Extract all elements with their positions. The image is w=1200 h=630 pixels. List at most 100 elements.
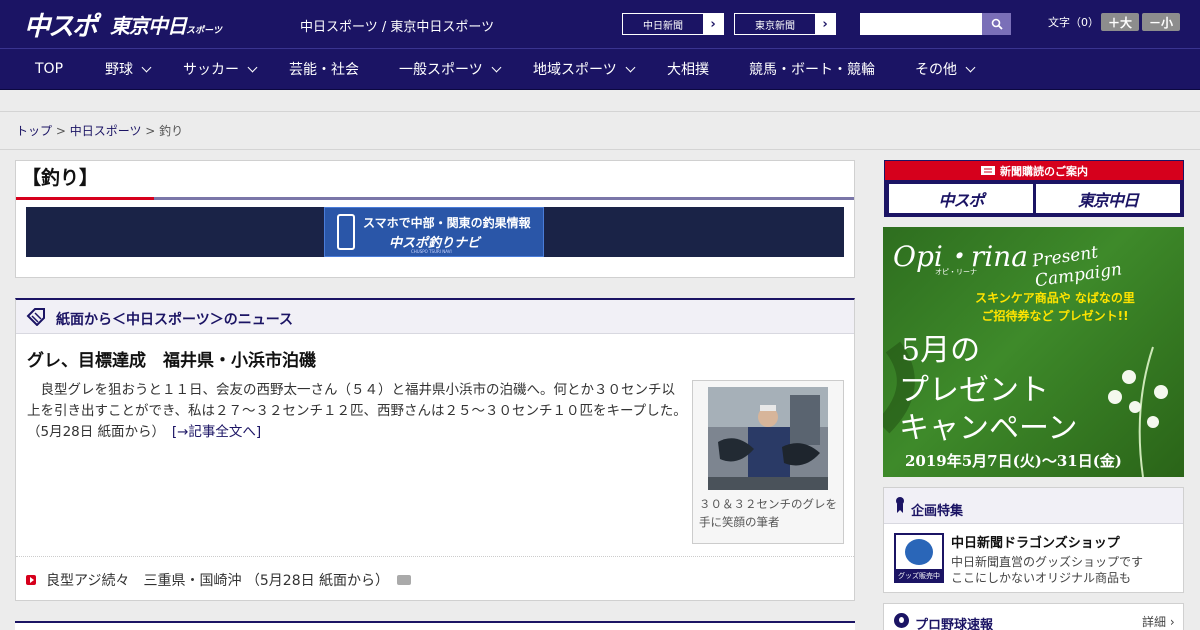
nav-item-general-sports[interactable]: 一般スポーツ	[399, 49, 533, 89]
banner-graphic: スマホで中部・関東の釣果情報 中スポ釣りナビ CHUSPO TSURI NAVI	[324, 207, 544, 257]
details-link[interactable]: 詳細 ›	[1142, 613, 1175, 630]
page-title: 【釣り】	[22, 167, 99, 189]
nav-label: サッカー	[183, 62, 239, 78]
promo-line-3: キャンペーン	[899, 411, 1078, 446]
search-button[interactable]	[982, 13, 1011, 35]
next-section	[15, 621, 855, 630]
nav-item-regional-sports[interactable]: 地域スポーツ	[533, 49, 667, 89]
chevron-right-icon: ›	[815, 14, 835, 34]
breadcrumb-top[interactable]: トップ	[16, 124, 52, 138]
news-list-item-title: 良型アジ続々 三重県・国崎沖 （5月28日 紙面から）	[46, 573, 390, 589]
nav-label: 大相撲	[667, 62, 709, 78]
tokyo-chunichi-subscribe-button[interactable]: 東京中日	[1036, 184, 1180, 213]
feature-title: 企画特集	[911, 504, 964, 519]
chevron-down-icon	[141, 62, 152, 72]
baseball-scores-title: プロ野球速報	[915, 618, 994, 630]
subscription-box: 新聞購読のご案内 中スポ 東京中日	[884, 160, 1184, 217]
play-icon	[26, 575, 36, 585]
baseball-scores-box: プロ野球速報 詳細 ›	[883, 603, 1184, 630]
font-bigger-button[interactable]: ＋大	[1101, 13, 1139, 31]
baseball-icon	[894, 613, 909, 628]
breadcrumb-sep: >	[141, 124, 160, 138]
opirina-campaign-ad[interactable]: Opi・rina オピ・リーナ Present Campaign スキンケア商品…	[883, 227, 1184, 477]
chuspo-logo[interactable]: 中スポ	[24, 6, 98, 43]
article-body: 良型グレを狙おうと１１日、会友の西野太一さん（５４）と福井県小浜市の泊磯へ。何と…	[27, 380, 687, 443]
title-underline	[16, 197, 854, 200]
chevron-down-icon	[625, 62, 636, 72]
divider	[0, 149, 1200, 150]
feature-desc: 中日新聞直営のグッズショップです	[951, 555, 1144, 569]
tokyo-logo-small: スポーツ	[186, 26, 222, 36]
chunichi-shimbun-button[interactable]: 中日新聞 ›	[622, 13, 724, 35]
feature-box: 企画特集 グッズ販売中 中日新聞ドラゴンズショップ 中日新聞直営のグッズショップ…	[883, 487, 1184, 593]
breadcrumb-current: 釣り	[159, 124, 184, 138]
chuspo-subscribe-button[interactable]: 中スポ	[889, 184, 1033, 213]
news-section-title: 紙面から＜中日スポーツ＞のニュース	[56, 312, 294, 328]
feature-desc: ここにしかないオリジナル商品も	[951, 571, 1132, 585]
title-underline-accent	[16, 197, 154, 200]
news-section: 紙面から＜中日スポーツ＞のニュース グレ、目標達成 福井県・小浜市泊磯 良型グレ…	[15, 298, 855, 601]
font-smaller-button[interactable]: －小	[1142, 13, 1180, 31]
font-size-label: 文字（0）	[1048, 16, 1099, 29]
nav-label: 芸能・社会	[289, 62, 359, 78]
dragons-shop-link[interactable]: 中日新聞ドラゴンズショップ	[951, 532, 1120, 551]
nav-item-soccer[interactable]: サッカー	[183, 49, 289, 89]
promo-brand-sub: オピ・リーナ	[935, 268, 977, 276]
tsuri-navi-banner[interactable]: スマホで中部・関東の釣果情報 中スポ釣りナビ CHUSPO TSURI NAVI	[26, 207, 844, 257]
breadcrumb-chunichi[interactable]: 中日スポーツ	[70, 124, 142, 138]
read-more-link[interactable]: [→記事全文へ]	[172, 424, 261, 440]
nav-label: 競馬・ボート・競輪	[749, 62, 875, 78]
article-headline[interactable]: グレ、目標達成 福井県・小浜市泊磯	[27, 346, 316, 371]
photo-caption: ３０＆３２センチのグレを手に笑顔の筆者	[699, 497, 837, 529]
article-photo[interactable]	[708, 387, 828, 490]
ribbon-icon	[896, 497, 904, 513]
photo-image	[708, 387, 828, 490]
divider	[0, 111, 1200, 112]
chevron-right-icon: ›	[703, 14, 723, 34]
tokyo-shimbun-button[interactable]: 東京新聞 ›	[734, 13, 836, 35]
feature-header: 企画特集	[884, 488, 1183, 524]
site-links[interactable]: 中日スポーツ / 東京中日スポーツ	[300, 16, 494, 35]
search-icon	[991, 18, 1003, 30]
news-list-item[interactable]: 良型アジ続々 三重県・国崎沖 （5月28日 紙面から）	[26, 570, 412, 590]
nav-item-sumo[interactable]: 大相撲	[667, 49, 749, 89]
article-text: 良型グレを狙おうと１１日、会友の西野太一さん（５４）と福井県小浜市の泊磯へ。何と…	[27, 382, 687, 440]
banner-text: スマホで中部・関東の釣果情報	[363, 216, 531, 230]
nav-item-top[interactable]: TOP	[0, 49, 105, 89]
tokyo-shimbun-label: 東京新聞	[755, 20, 795, 32]
top-header: 中スポ 東京中日スポーツ 中日スポーツ / 東京中日スポーツ 中日新聞 › 東京…	[0, 0, 1200, 48]
main-nav: TOP 野球 サッカー 芸能・社会 一般スポーツ 地域スポーツ 大相撲 競馬・ボ…	[0, 48, 1200, 90]
nav-label: TOP	[35, 61, 64, 77]
nav-label: 地域スポーツ	[533, 62, 617, 78]
chevron-down-icon	[965, 62, 976, 72]
search-box	[860, 13, 1011, 35]
banner-brand-en: CHUSPO TSURI NAVI	[411, 249, 452, 254]
chevron-down-icon	[247, 62, 258, 72]
promo-yellow-text: スキンケア商品や なばなの里ご招待券など プレゼント!!	[975, 291, 1135, 323]
smartphone-icon	[337, 214, 355, 250]
promo-date: 2019年5月7日(火)～31日(金)	[905, 452, 1122, 470]
nav-item-entertainment[interactable]: 芸能・社会	[289, 49, 399, 89]
nav-label: 一般スポーツ	[399, 62, 483, 78]
search-input[interactable]	[860, 13, 982, 35]
tokyo-logo-text: 東京中日	[110, 14, 187, 38]
nav-item-baseball[interactable]: 野球	[105, 49, 183, 89]
nav-item-other[interactable]: その他	[915, 49, 1015, 89]
nav-label: その他	[915, 62, 957, 78]
camera-icon	[397, 575, 412, 585]
nav-item-keiba[interactable]: 競馬・ボート・競輪	[749, 49, 915, 89]
breadcrumb-sep: >	[52, 124, 70, 138]
subscription-header: 新聞購読のご案内	[885, 161, 1183, 180]
subscription-title: 新聞購読のご案内	[1000, 164, 1088, 178]
mascot-icon	[905, 539, 933, 565]
chevron-down-icon	[491, 62, 502, 72]
tag-icon	[26, 308, 45, 326]
promo-line-1: 5月の	[901, 333, 981, 368]
article-photo-box: ３０＆３２センチのグレを手に笑顔の筆者	[692, 380, 844, 544]
tokyo-chunichi-logo[interactable]: 東京中日スポーツ	[110, 10, 222, 39]
breadcrumb: トップ > 中日スポーツ > 釣り	[16, 122, 183, 139]
newspaper-icon	[981, 166, 995, 175]
dragons-shop-thumbnail[interactable]: グッズ販売中	[894, 533, 944, 583]
news-section-header: 紙面から＜中日スポーツ＞のニュース	[16, 300, 854, 334]
divider	[16, 556, 854, 557]
